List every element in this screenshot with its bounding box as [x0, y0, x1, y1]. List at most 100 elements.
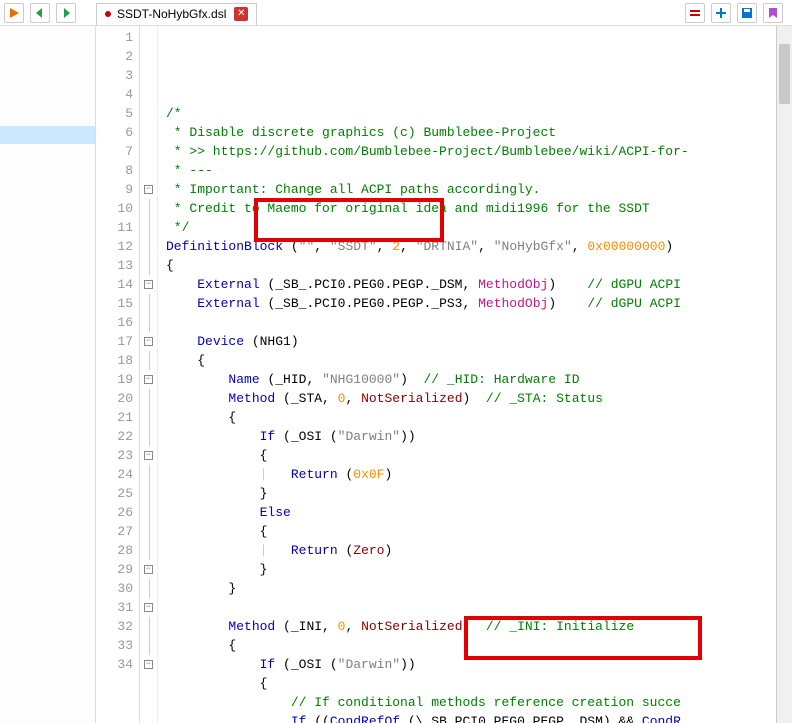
line-number: 6 — [96, 123, 133, 142]
code-line[interactable]: Method (_INI, 0, NotSerialized) // _INI:… — [166, 617, 792, 636]
code-line[interactable]: { — [166, 674, 792, 693]
fold-marker — [140, 541, 157, 560]
line-number: 7 — [96, 142, 133, 161]
fold-marker — [140, 47, 157, 66]
tool-button-save[interactable] — [737, 3, 757, 23]
fold-marker[interactable]: − — [140, 180, 157, 199]
fold-marker — [140, 199, 157, 218]
code-line[interactable]: * Disable discrete graphics (c) Bumblebe… — [166, 123, 792, 142]
fold-marker — [140, 218, 157, 237]
fold-marker[interactable]: − — [140, 560, 157, 579]
line-number: 30 — [96, 579, 133, 598]
code-line[interactable] — [166, 598, 792, 617]
side-panel — [0, 26, 96, 723]
tool-button-1[interactable] — [685, 3, 705, 23]
side-panel-selection[interactable] — [0, 126, 95, 144]
code-line[interactable]: } — [166, 560, 792, 579]
line-number: 22 — [96, 427, 133, 446]
code-line[interactable]: * Credit to Maemo for original idea and … — [166, 199, 792, 218]
scrollbar-thumb[interactable] — [779, 44, 790, 104]
code-line[interactable]: Method (_STA, 0, NotSerialized) // _STA:… — [166, 389, 792, 408]
tab-bar: SSDT-NoHybGfx.dsl ✕ — [96, 0, 685, 26]
code-line[interactable]: If (_OSI ("Darwin")) — [166, 427, 792, 446]
file-tab[interactable]: SSDT-NoHybGfx.dsl ✕ — [96, 3, 257, 25]
fold-marker — [140, 66, 157, 85]
code-line[interactable]: /* — [166, 104, 792, 123]
line-number: 27 — [96, 522, 133, 541]
fold-marker — [140, 104, 157, 123]
line-number: 34 — [96, 655, 133, 674]
code-line[interactable]: // If conditional methods reference crea… — [166, 693, 792, 712]
code-line[interactable]: DefinitionBlock ("", "SSDT", 2, "DRTNIA"… — [166, 237, 792, 256]
code-line[interactable]: { — [166, 522, 792, 541]
line-number: 1 — [96, 28, 133, 47]
code-editor[interactable]: 1234567891011121314151617181920212223242… — [96, 26, 792, 723]
code-line[interactable]: Name (_HID, "NHG10000") // _HID: Hardwar… — [166, 370, 792, 389]
fold-marker — [140, 237, 157, 256]
code-line[interactable]: | Return (Zero) — [166, 541, 792, 560]
fold-marker[interactable]: − — [140, 275, 157, 294]
code-line[interactable]: { — [166, 351, 792, 370]
line-number: 15 — [96, 294, 133, 313]
line-number: 21 — [96, 408, 133, 427]
code-line[interactable]: */ — [166, 218, 792, 237]
code-area[interactable]: /* * Disable discrete graphics (c) Bumbl… — [158, 26, 792, 723]
fold-marker — [140, 85, 157, 104]
line-number: 33 — [96, 636, 133, 655]
code-line[interactable]: If (_OSI ("Darwin")) — [166, 655, 792, 674]
fold-marker[interactable]: − — [140, 598, 157, 617]
tab-title: SSDT-NoHybGfx.dsl — [117, 7, 226, 21]
line-number: 5 — [96, 104, 133, 123]
line-number: 3 — [96, 66, 133, 85]
fold-marker — [140, 408, 157, 427]
line-number: 18 — [96, 351, 133, 370]
fold-marker — [140, 313, 157, 332]
code-line[interactable]: { — [166, 408, 792, 427]
tool-button-bookmark[interactable] — [763, 3, 783, 23]
vertical-scrollbar[interactable] — [776, 26, 792, 723]
code-line[interactable] — [166, 313, 792, 332]
fold-marker[interactable]: − — [140, 446, 157, 465]
tab-close-button[interactable]: ✕ — [234, 7, 248, 21]
line-number: 24 — [96, 465, 133, 484]
fold-marker — [140, 522, 157, 541]
fold-marker — [140, 123, 157, 142]
code-line[interactable]: * Important: Change all ACPI paths accor… — [166, 180, 792, 199]
fold-marker[interactable]: − — [140, 370, 157, 389]
top-toolbar: SSDT-NoHybGfx.dsl ✕ — [0, 0, 792, 26]
line-number: 4 — [96, 85, 133, 104]
code-line[interactable]: Else — [166, 503, 792, 522]
nav-forward-button[interactable] — [56, 3, 76, 23]
fold-marker — [140, 389, 157, 408]
fold-marker — [140, 256, 157, 275]
line-number: 25 — [96, 484, 133, 503]
code-line[interactable]: } — [166, 484, 792, 503]
code-line[interactable]: | Return (0x0F) — [166, 465, 792, 484]
code-line[interactable]: External (_SB_.PCI0.PEG0.PEGP._DSM, Meth… — [166, 275, 792, 294]
run-button[interactable] — [4, 3, 24, 23]
code-line[interactable]: * >> https://github.com/Bumblebee-Projec… — [166, 142, 792, 161]
tool-button-add[interactable] — [711, 3, 731, 23]
code-line[interactable]: { — [166, 446, 792, 465]
fold-marker — [140, 617, 157, 636]
code-line[interactable]: { — [166, 636, 792, 655]
code-line[interactable]: { — [166, 256, 792, 275]
line-number: 20 — [96, 389, 133, 408]
line-number: 17 — [96, 332, 133, 351]
fold-marker — [140, 161, 157, 180]
line-number: 14 — [96, 275, 133, 294]
code-line[interactable]: * --- — [166, 161, 792, 180]
code-line[interactable]: External (_SB_.PCI0.PEG0.PEGP._PS3, Meth… — [166, 294, 792, 313]
line-number: 10 — [96, 199, 133, 218]
line-number: 16 — [96, 313, 133, 332]
fold-marker[interactable]: − — [140, 655, 157, 674]
fold-column[interactable]: − − − − − − − − — [140, 26, 158, 723]
code-line[interactable]: } — [166, 579, 792, 598]
line-number-gutter: 1234567891011121314151617181920212223242… — [96, 26, 140, 723]
fold-marker[interactable]: − — [140, 332, 157, 351]
nav-back-button[interactable] — [30, 3, 50, 23]
line-number: 11 — [96, 218, 133, 237]
code-line[interactable]: If ((CondRefOf (\_SB.PCI0.PEG0.PEGP._DSM… — [166, 712, 792, 723]
code-line[interactable]: Device (NHG1) — [166, 332, 792, 351]
line-number: 32 — [96, 617, 133, 636]
